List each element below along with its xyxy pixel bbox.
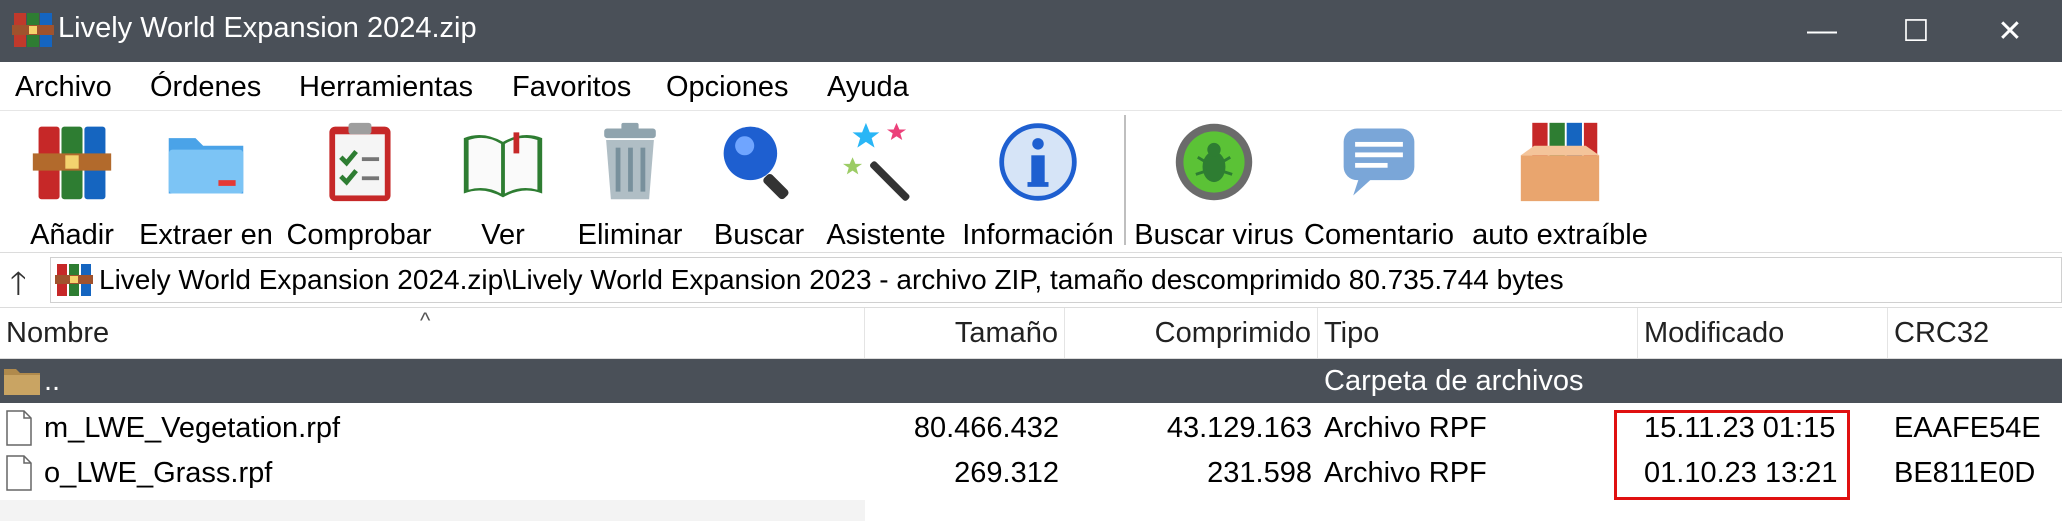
sort-ascending-icon: ^	[420, 308, 431, 333]
info-icon	[999, 123, 1077, 201]
menu-archivo[interactable]: Archivo	[15, 71, 112, 104]
extract-to-button[interactable]: Extraer en	[138, 111, 274, 252]
trash-can-icon	[604, 122, 656, 200]
row-size: 269.312	[954, 457, 1059, 489]
view-button[interactable]: Ver	[450, 111, 556, 252]
folder-icon	[4, 369, 40, 395]
comment-button[interactable]: Comentario	[1302, 111, 1456, 252]
row-crc: BE811E0D	[1894, 457, 2036, 489]
title-bar: Lively World Expansion 2024.zip — ☐ ✕	[0, 0, 2062, 62]
row-crc: EAAFE54E	[1894, 412, 2041, 444]
address-bar: 🡑 Lively World Expansion 2024.zip\Lively…	[0, 253, 2062, 308]
column-header: Nombre ^ Tamaño Comprimido Tipo Modifica…	[0, 308, 2062, 359]
maximize-button[interactable]: ☐	[1872, 0, 1960, 62]
up-arrow-icon[interactable]: 🡑	[10, 261, 27, 315]
add-button[interactable]: Añadir	[20, 111, 124, 252]
row-size: 80.466.432	[913, 412, 1059, 444]
comment-bubble-icon	[1343, 128, 1415, 196]
add-books-icon	[32, 126, 112, 200]
empty-list-area	[0, 500, 865, 521]
row-name: o_LWE_Grass.rpf	[44, 457, 273, 489]
column-modified[interactable]: Modificado	[1638, 308, 1888, 358]
info-button[interactable]: Información	[958, 111, 1118, 252]
sfx-button[interactable]: auto extraíble	[1468, 111, 1652, 252]
archive-path: Lively World Expansion 2024.zip\Lively W…	[99, 264, 1564, 295]
open-book-icon	[463, 132, 543, 198]
row-packed: 43.129.163	[1166, 412, 1312, 444]
file-icon	[6, 455, 32, 491]
column-size[interactable]: Tamaño	[865, 308, 1065, 358]
winrar-books-icon	[12, 13, 54, 47]
magic-wand-icon	[843, 122, 910, 201]
virus-scan-button[interactable]: Buscar virus	[1134, 111, 1294, 252]
zip-archive-icon	[55, 264, 93, 296]
row-type: Archivo RPF	[1324, 457, 1487, 489]
find-button[interactable]: Buscar	[706, 111, 812, 252]
menu-bar: Archivo Órdenes Herramientas Favoritos O…	[0, 62, 2062, 111]
row-name: m_LWE_Vegetation.rpf	[44, 412, 341, 444]
wizard-button[interactable]: Asistente	[822, 111, 950, 252]
menu-ayuda[interactable]: Ayuda	[827, 71, 909, 104]
row-type: Archivo RPF	[1324, 412, 1487, 444]
close-button[interactable]: ✕	[1966, 0, 2054, 62]
column-name[interactable]: Nombre	[0, 308, 865, 358]
table-row[interactable]: .. Carpeta de archivos	[0, 359, 2062, 403]
menu-favoritos[interactable]: Favoritos	[512, 71, 631, 104]
window-title: Lively World Expansion 2024.zip	[58, 12, 477, 44]
menu-ordenes[interactable]: Órdenes	[150, 71, 261, 104]
row-name: ..	[44, 365, 61, 397]
toolbar: Añadir Extraer en Comprobar Ver Eliminar…	[0, 111, 2062, 253]
virus-scan-icon	[1175, 123, 1253, 201]
menu-herramientas[interactable]: Herramientas	[299, 71, 473, 104]
clipboard-check-icon	[329, 122, 391, 202]
test-button[interactable]: Comprobar	[282, 111, 436, 252]
file-icon	[6, 410, 32, 446]
column-packed[interactable]: Comprimido	[1065, 308, 1318, 358]
minimize-button[interactable]: —	[1778, 0, 1866, 62]
column-type[interactable]: Tipo	[1318, 308, 1638, 358]
toolbar-separator	[1124, 115, 1126, 245]
magnifier-icon	[723, 126, 789, 200]
path-field[interactable]: Lively World Expansion 2024.zip\Lively W…	[50, 257, 2062, 303]
menu-opciones[interactable]: Opciones	[666, 71, 789, 104]
row-packed: 231.598	[1207, 457, 1312, 489]
row-type: Carpeta de archivos	[1324, 365, 1584, 397]
date-highlight-box	[1614, 410, 1850, 500]
column-crc[interactable]: CRC32	[1888, 308, 2062, 358]
extract-folder-icon	[168, 138, 244, 194]
delete-button[interactable]: Eliminar	[566, 111, 694, 252]
sfx-box-icon	[1520, 122, 1600, 202]
